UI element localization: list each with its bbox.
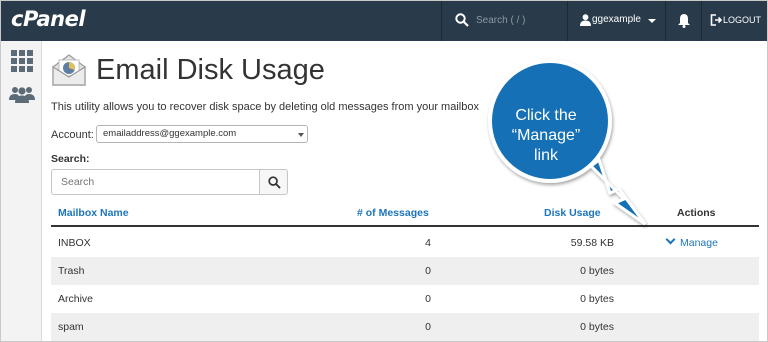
column-header-mailbox-name[interactable]: Mailbox Name: [58, 207, 129, 219]
manage-link[interactable]: Manage: [665, 234, 718, 249]
users-icon[interactable]: [9, 85, 35, 103]
column-header-actions: Actions: [677, 207, 716, 219]
mailbox-name: INBOX: [58, 237, 91, 249]
disk-usage: 59.58 KB: [570, 237, 614, 249]
chevron-down-icon[interactable]: [648, 19, 656, 23]
manage-link-label[interactable]: Manage: [680, 237, 718, 249]
account-select[interactable]: emailaddress@ggexample.com: [96, 125, 308, 143]
callout-line: Click the: [515, 107, 577, 124]
user-menu-button[interactable]: ggexample: [592, 14, 641, 25]
search-button[interactable]: [259, 169, 288, 195]
message-count: 0: [425, 265, 431, 277]
navbar-divider: [665, 1, 666, 41]
callout-line: “Manage”: [511, 127, 581, 144]
table-header: Mailbox Name # of Messages Disk Usage Ac…: [51, 201, 759, 227]
main-content: Email Disk Usage This utility allows you…: [43, 41, 767, 341]
table-row: Trash 0 0 bytes: [51, 257, 759, 285]
chevron-down-icon: [665, 234, 676, 245]
app-window: cPanel Search ( / ) ggexample LOGOUT Ema…: [0, 0, 768, 342]
column-header-messages[interactable]: # of Messages: [357, 207, 429, 219]
callout-arrow: [588, 157, 647, 226]
table-row: spam 0 0 bytes: [51, 313, 759, 341]
disk-usage: 0 bytes: [580, 293, 614, 305]
search-icon[interactable]: [455, 13, 469, 27]
search-label: Search:: [51, 153, 90, 165]
user-icon: [580, 14, 591, 26]
message-count: 0: [425, 293, 431, 305]
sidebar: [1, 41, 42, 341]
message-count: 4: [425, 237, 431, 249]
cpanel-logo[interactable]: cPanel: [11, 7, 86, 31]
table-row: Archive 0 0 bytes: [51, 285, 759, 313]
disk-usage: 0 bytes: [580, 321, 614, 333]
global-search-input[interactable]: Search ( / ): [476, 15, 525, 26]
table-row: INBOX 4 59.58 KB Manage: [51, 229, 759, 257]
mailbox-name: Trash: [58, 265, 85, 277]
navbar-divider: [441, 1, 442, 41]
chevron-down-icon: [298, 133, 304, 137]
logout-button[interactable]: LOGOUT: [723, 15, 761, 25]
callout-line: link: [533, 147, 558, 164]
navbar-divider: [701, 1, 702, 41]
search-icon: [268, 176, 281, 189]
mailbox-name: spam: [58, 321, 84, 333]
page-title: Email Disk Usage: [96, 54, 325, 86]
logout-icon[interactable]: [710, 14, 722, 26]
account-label: Account:: [51, 129, 94, 141]
callout-text: Click the “Manage” link: [501, 106, 591, 166]
message-count: 0: [425, 321, 431, 333]
search-input[interactable]: [51, 169, 259, 195]
email-envelope-icon: [52, 54, 86, 86]
bell-icon[interactable]: [677, 13, 691, 28]
page-description: This utility allows you to recover disk …: [51, 101, 479, 113]
top-navbar: cPanel Search ( / ) ggexample LOGOUT: [1, 1, 767, 41]
disk-usage: 0 bytes: [580, 265, 614, 277]
navbar-divider: [567, 1, 568, 41]
mailbox-name: Archive: [58, 293, 94, 305]
